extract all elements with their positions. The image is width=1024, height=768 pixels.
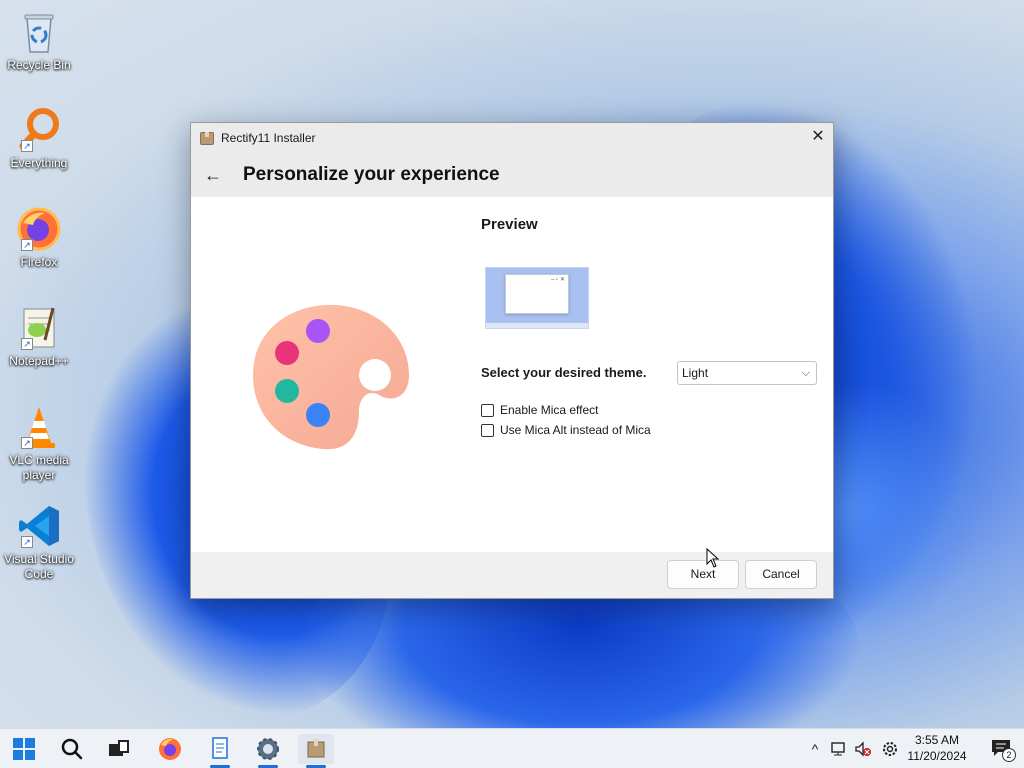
vlc-icon: ↗ [15, 403, 63, 451]
desktop-icon-notepad-plus-plus[interactable]: ↗ Notepad++ [4, 304, 74, 369]
desktop-icon-label: Visual Studio Code [4, 552, 74, 581]
close-button[interactable]: ✕ [803, 123, 833, 153]
taskbar-settings[interactable] [250, 734, 286, 768]
taskbar-notepad[interactable] [202, 734, 238, 768]
settings-icon [257, 738, 279, 760]
tray-settings[interactable] [878, 729, 902, 768]
mouse-cursor-icon [706, 548, 720, 568]
start-button[interactable] [6, 734, 42, 764]
title-bar[interactable]: Rectify11 Installer ✕ [191, 123, 833, 153]
page-header: ← Personalize your experience [191, 153, 833, 197]
shortcut-arrow-icon: ↗ [21, 140, 33, 152]
volume-muted-icon [855, 741, 871, 757]
theme-preview-image: – ▫ ✕ [485, 267, 589, 329]
start-icon [13, 738, 35, 760]
chevron-down-icon: ⌵ [801, 367, 810, 379]
mica-alt-label: Use Mica Alt instead of Mica [500, 423, 651, 437]
cancel-button[interactable]: Cancel [745, 560, 817, 589]
mica-effect-option[interactable]: Enable Mica effect [481, 403, 599, 417]
mica-alt-option[interactable]: Use Mica Alt instead of Mica [481, 423, 651, 437]
content-area: Preview – ▫ ✕ Select your desired theme.… [191, 197, 833, 553]
volume-status[interactable] [852, 729, 874, 768]
theme-select-label: Select your desired theme. [481, 365, 647, 380]
taskbar: ^ 3:55 AM 11/20/2024 2 [0, 728, 1024, 768]
mica-effect-checkbox[interactable] [481, 403, 494, 417]
desktop-icon-recycle-bin[interactable]: Recycle Bin [4, 8, 74, 73]
search-button[interactable] [54, 734, 90, 764]
preview-window-controls-icon: – ▫ ✕ [551, 277, 565, 283]
notification-center-button[interactable]: 2 [990, 738, 1016, 762]
desktop-icon-label: Everything [10, 156, 68, 170]
system-clock[interactable]: 3:55 AM 11/20/2024 [902, 732, 972, 764]
notification-count-badge: 2 [1002, 748, 1016, 762]
gear-icon [883, 742, 897, 756]
show-hidden-icons-button[interactable]: ^ [806, 729, 824, 768]
taskbar-firefox[interactable] [152, 734, 188, 764]
network-status[interactable] [828, 729, 850, 768]
shortcut-arrow-icon: ↗ [21, 239, 33, 251]
everything-search-icon: ↗ [15, 106, 63, 154]
desktop-icon-label: Recycle Bin [7, 58, 71, 72]
installer-icon [307, 739, 325, 758]
chevron-up-icon: ^ [811, 741, 819, 757]
desktop-icon-label: VLC media player [9, 453, 69, 482]
theme-select[interactable]: Light ⌵ [677, 361, 817, 385]
network-disconnected-icon [831, 742, 845, 756]
task-view-button[interactable] [100, 734, 136, 764]
preview-taskbar [486, 323, 588, 328]
palette-illustration-icon [253, 304, 409, 450]
task-view-icon [109, 740, 129, 756]
notepad-icon [212, 737, 228, 759]
theme-select-value: Light [682, 366, 709, 380]
dialog-footer: Next Cancel [191, 552, 833, 598]
preview-window: – ▫ ✕ [505, 274, 569, 314]
desktop-icon-firefox[interactable]: ↗ Firefox [4, 205, 74, 270]
firefox-icon: ↗ [15, 205, 63, 253]
installer-dialog: Rectify11 Installer ✕ ← Personalize your… [190, 122, 834, 599]
page-title: Personalize your experience [243, 164, 500, 185]
notepad-plus-plus-icon: ↗ [15, 304, 63, 352]
back-arrow-icon[interactable]: ← [193, 165, 233, 186]
mica-effect-label: Enable Mica effect [500, 403, 599, 417]
preview-label: Preview [481, 216, 538, 233]
shortcut-arrow-icon: ↗ [21, 338, 33, 350]
window-title: Rectify11 Installer [221, 131, 316, 145]
recycle-bin-icon [15, 8, 63, 56]
search-icon [61, 738, 83, 760]
clock-time: 3:55 AM [914, 733, 960, 747]
taskbar-installer[interactable] [298, 734, 334, 768]
shortcut-arrow-icon: ↗ [21, 536, 33, 548]
desktop-icon-vlc[interactable]: ↗ VLC media player [4, 403, 74, 483]
desktop-icon-vscode[interactable]: ↗ Visual Studio Code [4, 502, 74, 582]
next-button[interactable]: Next [667, 560, 739, 589]
desktop-icon-label: Notepad++ [9, 354, 69, 368]
desktop-icon-label: Firefox [20, 255, 58, 269]
installer-app-icon [200, 131, 214, 145]
clock-date: 11/20/2024 [907, 749, 967, 763]
desktop-icon-everything[interactable]: ↗ Everything [4, 106, 74, 171]
firefox-icon [159, 738, 181, 760]
shortcut-arrow-icon: ↗ [21, 437, 33, 449]
mica-alt-checkbox[interactable] [481, 423, 494, 437]
vscode-icon: ↗ [15, 502, 63, 550]
